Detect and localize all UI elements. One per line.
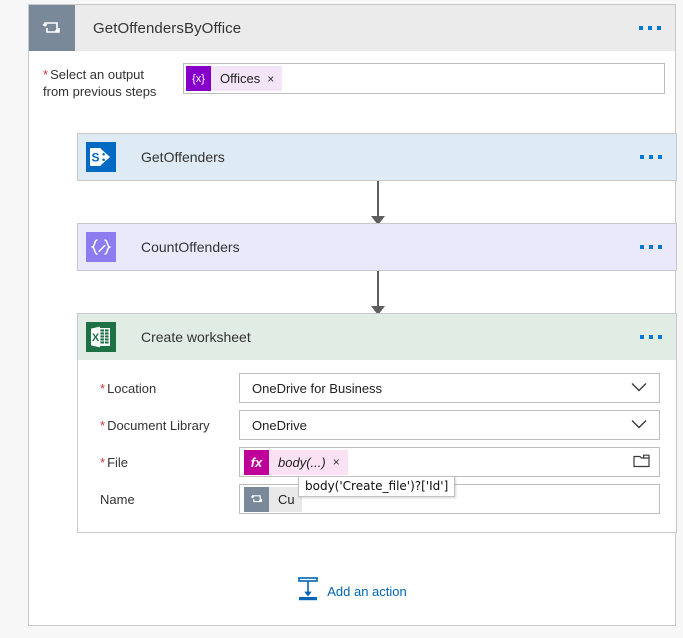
scope-menu-ellipsis-icon[interactable] <box>639 26 661 30</box>
offices-token[interactable]: {x} Offices × <box>186 66 283 91</box>
chevron-down-icon[interactable] <box>631 418 647 433</box>
svg-text:X: X <box>92 332 100 344</box>
label-text: Name <box>100 491 135 507</box>
flow-connector-arrow-2 <box>371 271 385 315</box>
file-input[interactable]: fx body(...) × <box>239 447 660 477</box>
action-menu-ellipsis-icon[interactable] <box>640 245 662 249</box>
action-title: GetOffenders <box>141 149 225 165</box>
label-text: File <box>107 454 129 470</box>
create-worksheet-form: * Location OneDrive for Business * Documen… <box>78 360 676 532</box>
action-card-get-offenders: S GetOffenders <box>77 133 677 181</box>
svg-text:S: S <box>91 151 99 165</box>
required-asterisk: * <box>43 67 49 82</box>
field-row-name: Name Cu body('Create_file')?['Id'] <box>94 476 660 514</box>
action-card-create-worksheet: X Create worksheet * Location OneDrive fo… <box>77 313 677 533</box>
label-text: Location <box>107 380 157 396</box>
field-label-location: * Location <box>94 381 239 396</box>
document-library-value: OneDrive <box>252 417 307 433</box>
add-an-action-button[interactable]: Add an action <box>29 577 675 606</box>
action-card-header[interactable]: CountOffenders <box>78 224 676 270</box>
field-label-file: * File <box>94 455 239 470</box>
action-title: CountOffenders <box>141 239 240 255</box>
action-card-header[interactable]: S GetOffenders <box>78 134 676 180</box>
name-token-label: Cu <box>278 491 295 507</box>
excel-icon: X <box>78 314 124 360</box>
name-input[interactable]: Cu body('Create_file')?['Id'] <box>239 476 660 514</box>
chevron-down-icon[interactable] <box>631 381 647 396</box>
compose-icon <box>78 224 124 270</box>
flow-connector-arrow-1 <box>371 181 385 225</box>
loop-icon <box>244 486 269 512</box>
variable-icon: {x} <box>186 66 211 91</box>
folder-icon[interactable] <box>633 453 650 471</box>
field-label-document-library: * Document Library <box>94 418 239 433</box>
document-library-dropdown[interactable]: OneDrive <box>239 410 660 440</box>
field-row-document-library: * Document Library OneDrive <box>94 410 660 440</box>
offices-token-remove-icon[interactable]: × <box>267 72 282 86</box>
required-asterisk: * <box>100 417 106 433</box>
insert-action-icon <box>297 577 319 606</box>
sharepoint-icon: S <box>78 134 124 180</box>
field-row-location: * Location OneDrive for Business <box>94 373 660 403</box>
select-output-label-line1: Select an output <box>50 67 145 82</box>
expression-tooltip: body('Create_file')?['Id'] <box>298 476 456 497</box>
file-token-remove-icon[interactable]: × <box>333 455 348 469</box>
fx-icon: fx <box>244 449 269 475</box>
action-card-header[interactable]: X Create worksheet <box>78 314 676 360</box>
action-card-count-offenders: CountOffenders <box>77 223 677 271</box>
field-row-file: * File fx body(...) × <box>94 447 660 477</box>
location-dropdown[interactable]: OneDrive for Business <box>239 373 660 403</box>
add-an-action-label: Add an action <box>327 584 407 599</box>
action-title: Create worksheet <box>141 329 251 345</box>
action-menu-ellipsis-icon[interactable] <box>640 155 662 159</box>
select-output-label-line2: from previous steps <box>43 84 157 99</box>
select-output-row: * Select an output from previous steps {x… <box>43 63 665 100</box>
action-menu-ellipsis-icon[interactable] <box>640 335 662 339</box>
field-label-name: Name <box>94 492 239 507</box>
file-token-label: body(...) <box>278 454 326 470</box>
select-output-input[interactable]: {x} Offices × <box>183 63 665 94</box>
name-dynamic-token[interactable]: Cu <box>244 486 302 512</box>
scope-card: GetOffendersByOffice * Select an output f… <box>28 4 677 626</box>
loop-icon <box>29 5 75 51</box>
offices-token-label: Offices <box>220 71 261 86</box>
select-output-label: * Select an output from previous steps <box>43 63 183 100</box>
required-asterisk: * <box>100 454 106 470</box>
required-asterisk: * <box>100 380 106 396</box>
scope-title: GetOffendersByOffice <box>93 19 242 37</box>
location-value: OneDrive for Business <box>252 380 383 396</box>
scope-header[interactable]: GetOffendersByOffice <box>29 5 675 51</box>
file-expression-token[interactable]: fx body(...) × <box>244 449 348 475</box>
label-text: Document Library <box>107 417 210 433</box>
